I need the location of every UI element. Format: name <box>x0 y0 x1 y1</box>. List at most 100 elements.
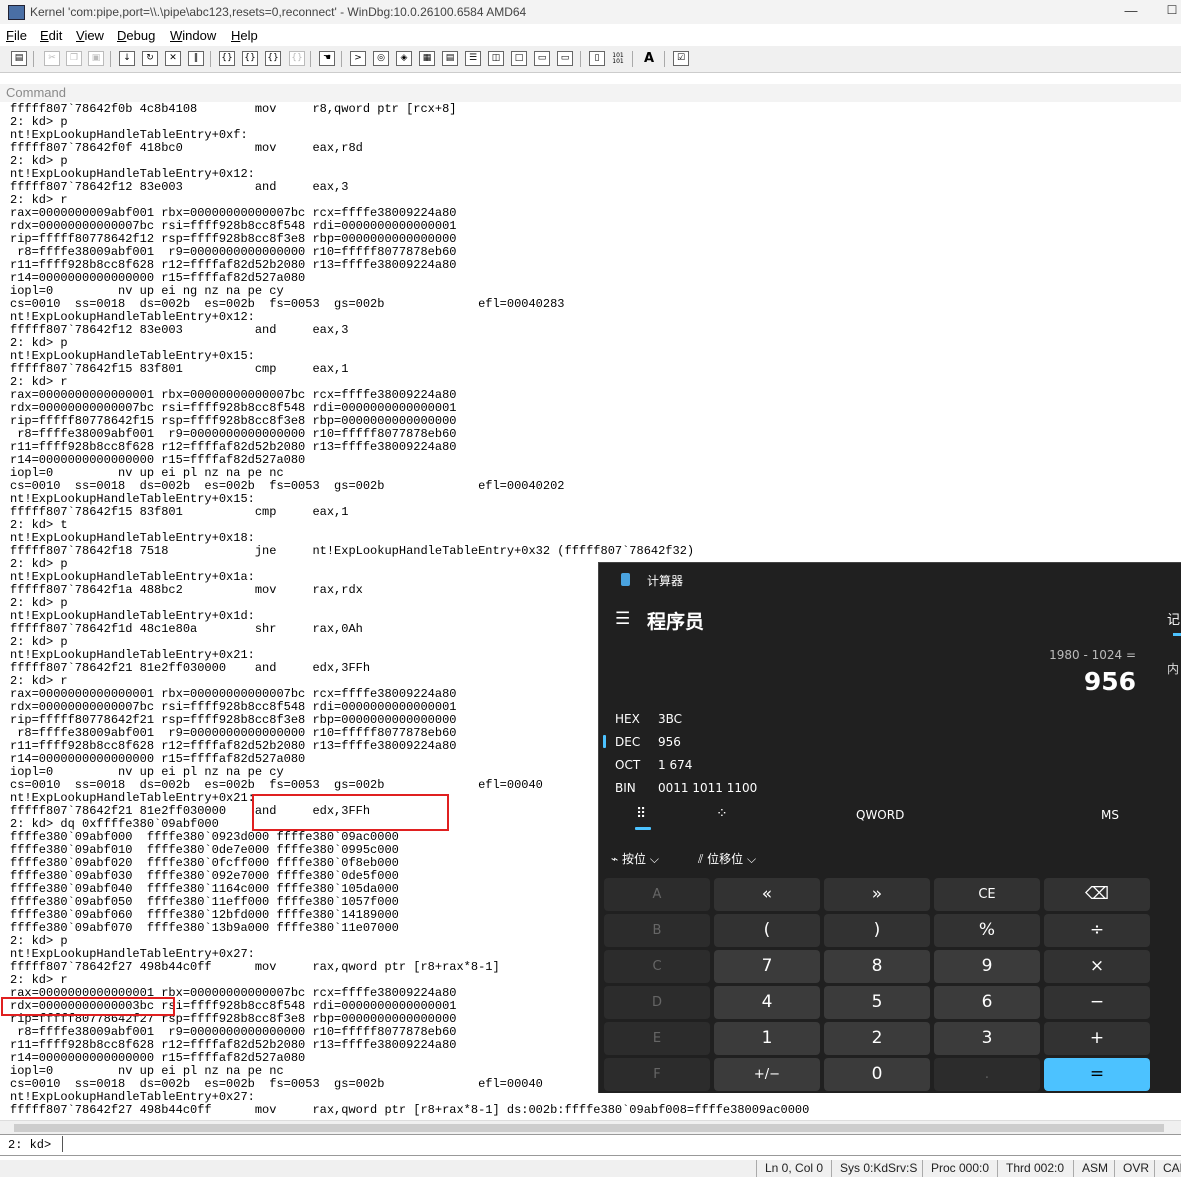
key-left-shift[interactable]: « <box>714 878 820 911</box>
stop-icon[interactable]: ✕ <box>165 51 181 66</box>
key-hex-a[interactable]: A <box>604 878 710 911</box>
run-to-cursor-icon[interactable]: {} <box>289 51 305 66</box>
key-negate[interactable]: +/− <box>714 1058 820 1091</box>
memory-icon[interactable]: ▤ <box>442 51 458 66</box>
key-1[interactable]: 1 <box>714 1022 820 1055</box>
window-title: Kernel 'com:pipe,port=\\.\pipe\abc123,re… <box>30 5 527 19</box>
key-hex-e[interactable]: E <box>604 1022 710 1055</box>
step-over-icon[interactable]: {} <box>242 51 258 66</box>
key-divide[interactable]: ÷ <box>1044 914 1150 947</box>
key-hex-f[interactable]: F <box>604 1058 710 1091</box>
key-plus[interactable]: + <box>1044 1022 1150 1055</box>
kd-prompt: 2: kd> <box>8 1138 52 1152</box>
key-multiply[interactable]: × <box>1044 950 1150 983</box>
history-tab-indicator <box>1173 633 1181 636</box>
highlight-rdx-register <box>1 997 175 1016</box>
menu-file[interactable]: File <box>6 28 27 43</box>
key-left-paren[interactable]: ( <box>714 914 820 947</box>
font-icon[interactable]: A <box>641 51 657 66</box>
chevron-down-icon: ⌵ <box>649 852 659 866</box>
command-prompt-row: 2: kd> <box>0 1134 1181 1156</box>
calculator-result: 956 <box>1083 667 1136 696</box>
menu-view[interactable]: View <box>76 28 104 43</box>
horizontal-scrollbar[interactable] <box>0 1120 1181 1135</box>
copy-icon[interactable]: ❐ <box>66 51 82 66</box>
paste-icon[interactable]: ▣ <box>88 51 104 66</box>
calculator-app-icon <box>621 573 630 586</box>
hex-mode-toggle-icon[interactable]: ▯ <box>589 51 605 66</box>
bitshift-dropdown[interactable]: ⫽ 位移位 ⌵ <box>698 850 756 867</box>
scratch-pad-icon[interactable]: □ <box>511 51 527 66</box>
status-caps: CAPS <box>1154 1160 1181 1177</box>
key-hex-b[interactable]: B <box>604 914 710 947</box>
key-2[interactable]: 2 <box>824 1022 930 1055</box>
calculator-expression: 1980 - 1024 = <box>1049 648 1136 662</box>
step-out-icon[interactable]: {} <box>265 51 281 66</box>
key-9[interactable]: 9 <box>934 950 1040 983</box>
menu-edit[interactable]: Edit <box>40 28 62 43</box>
bitshift-icon: ⫽ <box>698 852 708 866</box>
key-6[interactable]: 6 <box>934 986 1040 1019</box>
key-5[interactable]: 5 <box>824 986 930 1019</box>
hamburger-menu-icon[interactable]: ☰ <box>615 609 630 629</box>
minimize-button[interactable]: — <box>1122 3 1140 21</box>
bit-toggle-tab-icon[interactable]: ⁘ <box>716 806 728 822</box>
source-mode-toggle-icon[interactable]: ▭ <box>557 51 573 66</box>
chevron-down-icon: ⌵ <box>747 852 757 866</box>
key-3[interactable]: 3 <box>934 1022 1040 1055</box>
restart-icon[interactable]: ↻ <box>142 51 158 66</box>
full-keypad-tab-icon[interactable]: ⠿ <box>636 806 646 822</box>
open-icon[interactable]: ▤ <box>11 51 27 66</box>
key-4[interactable]: 4 <box>714 986 820 1019</box>
toolbar: ▤ ✂ ❐ ▣ ↓ ↻ ✕ ‖ {} {} {} {} ☚ > ◎ ◈ ▦ ▤ … <box>0 46 1181 73</box>
command-window-title: Command <box>6 85 66 100</box>
registers-icon[interactable]: ▦ <box>419 51 435 66</box>
key-7[interactable]: 7 <box>714 950 820 983</box>
windbg-app-icon <box>8 5 25 20</box>
word-size-button[interactable]: QWORD <box>856 808 904 822</box>
maximize-button[interactable]: ☐ <box>1164 3 1180 21</box>
disassembly-icon[interactable]: ◫ <box>488 51 504 66</box>
status-bar: Ln 0, Col 0 Sys 0:KdSrv:S Proc 000:0 Thr… <box>0 1160 1181 1177</box>
cut-icon[interactable]: ✂ <box>44 51 60 66</box>
status-asm: ASM <box>1073 1160 1108 1177</box>
call-stack-icon[interactable]: ☰ <box>465 51 481 66</box>
key-0[interactable]: 0 <box>824 1058 930 1091</box>
locals-icon[interactable]: ◈ <box>396 51 412 66</box>
highlight-and-edx-instruction <box>252 794 449 831</box>
watch-icon[interactable]: ◎ <box>373 51 389 66</box>
menu-debug[interactable]: Debug <box>117 28 155 43</box>
key-right-paren[interactable]: ) <box>824 914 930 947</box>
key-hex-c[interactable]: C <box>604 950 710 983</box>
key-hex-d[interactable]: D <box>604 986 710 1019</box>
source-mode-icon[interactable]: ☚ <box>319 51 335 66</box>
key-decimal[interactable]: . <box>934 1058 1040 1091</box>
history-tab[interactable]: 记 <box>1167 609 1180 628</box>
calculator-mode-title: 程序员 <box>647 611 705 633</box>
status-ovr: OVR <box>1114 1160 1149 1177</box>
keypad-tab-indicator <box>635 827 651 830</box>
key-equals[interactable]: = <box>1044 1058 1150 1091</box>
step-into-icon[interactable]: {} <box>219 51 235 66</box>
menu-window[interactable]: Window <box>170 28 216 43</box>
command-window-header: Command <box>0 84 1181 102</box>
bitwise-dropdown[interactable]: ⌁ 按位 ⌵ <box>611 850 659 867</box>
processes-icon[interactable]: ▭ <box>534 51 550 66</box>
memory-store-button[interactable]: MS <box>1101 808 1119 822</box>
backspace-icon[interactable]: ⌫ <box>1044 878 1150 911</box>
go-icon[interactable]: ↓ <box>119 51 135 66</box>
status-sys: Sys 0:KdSrv:S <box>831 1160 917 1177</box>
title-bar: Kernel 'com:pipe,port=\\.\pipe\abc123,re… <box>0 0 1181 24</box>
hex-display-icon[interactable]: 101 101 <box>610 51 626 66</box>
scrollbar-thumb[interactable] <box>14 1124 1164 1132</box>
key-right-shift[interactable]: » <box>824 878 930 911</box>
key-8[interactable]: 8 <box>824 950 930 983</box>
options-icon[interactable]: ☑ <box>673 51 689 66</box>
break-icon[interactable]: ‖ <box>188 51 204 66</box>
key-minus[interactable]: − <box>1044 986 1150 1019</box>
key-clear-entry[interactable]: CE <box>934 878 1040 911</box>
menu-help[interactable]: Help <box>231 28 258 43</box>
key-percent[interactable]: % <box>934 914 1040 947</box>
command-input[interactable] <box>62 1136 1181 1152</box>
command-window-icon[interactable]: > <box>350 51 366 66</box>
